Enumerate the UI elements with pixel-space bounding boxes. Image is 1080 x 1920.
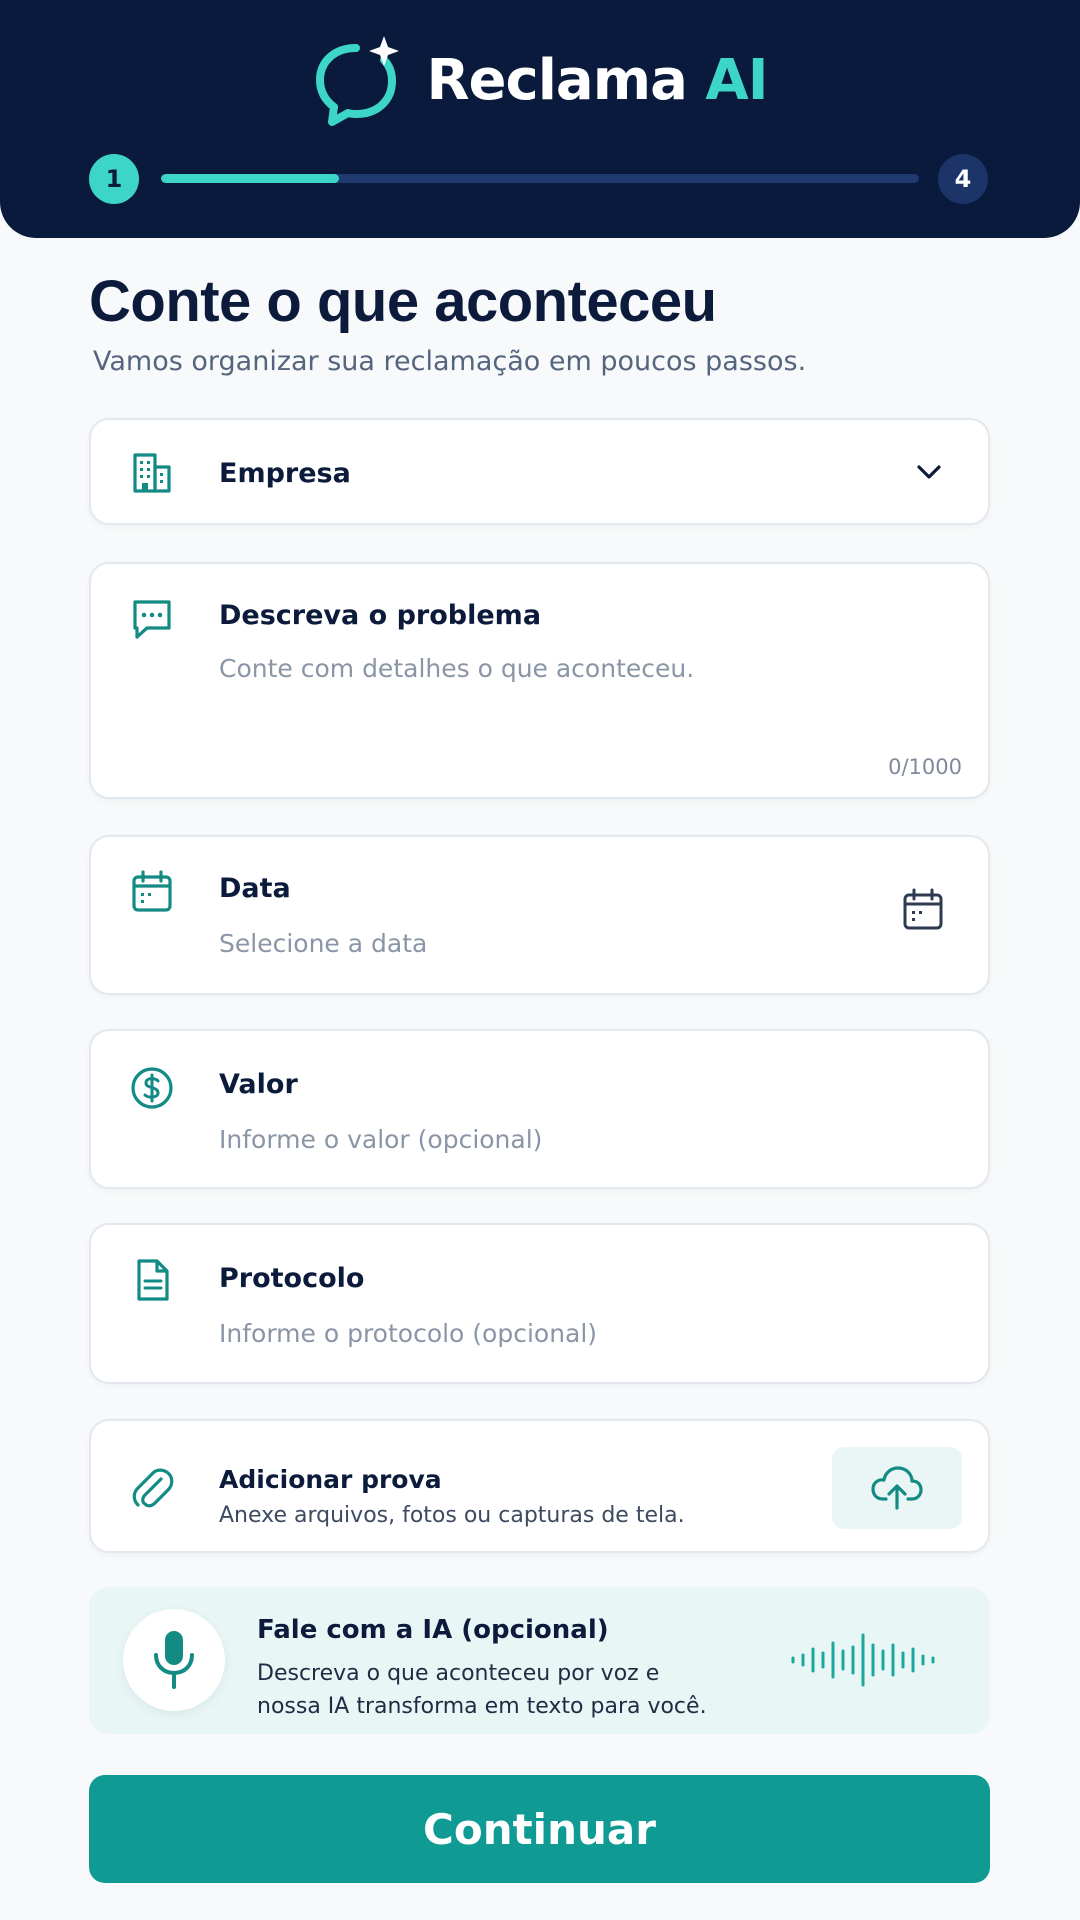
brand-ai: AI	[705, 47, 768, 113]
chat-icon	[133, 600, 171, 639]
brand: Reclama AI	[0, 34, 1080, 126]
voice-assistant-card[interactable]: Fale com a IA (opcional) Descreva o que …	[89, 1587, 990, 1734]
building-icon	[133, 453, 171, 493]
date-field[interactable]: Data Selecione a data	[89, 835, 990, 995]
value-label: Valor	[219, 1069, 298, 1100]
chat-sparkle-logo-icon	[316, 36, 400, 126]
add-proof-description: Anexe arquivos, fotos ou capturas de tel…	[219, 1503, 685, 1528]
continue-button[interactable]: Continuar	[89, 1775, 990, 1883]
step-total-indicator: 4	[938, 154, 988, 204]
page-title: Conte o que aconteceu	[89, 269, 717, 334]
calendar-picker-icon[interactable]	[900, 887, 946, 933]
chevron-down-icon	[917, 465, 941, 479]
add-proof-card[interactable]: Adicionar prova Anexe arquivos, fotos ou…	[89, 1419, 990, 1553]
value-field[interactable]: Valor Informe o valor (opcional)	[89, 1029, 990, 1189]
brand-title: Reclama AI	[426, 47, 768, 113]
step-current-indicator: 1	[89, 154, 139, 204]
progress-bar	[161, 174, 919, 183]
calendar-icon	[132, 870, 172, 912]
problem-textarea[interactable]: Descreva o problema Conte com detalhes o…	[89, 562, 990, 799]
protocol-placeholder: Informe o protocolo (opcional)	[219, 1319, 598, 1348]
date-placeholder: Selecione a data	[219, 929, 428, 958]
upload-button[interactable]	[832, 1447, 962, 1529]
character-counter: 0/1000	[888, 755, 962, 779]
problem-label: Descreva o problema	[219, 600, 542, 631]
sound-wave-icon	[791, 1633, 935, 1687]
microphone-icon	[154, 1631, 194, 1689]
paperclip-icon	[132, 1468, 174, 1508]
dollar-icon	[131, 1067, 173, 1109]
brand-name: Reclama	[426, 47, 687, 113]
date-label: Data	[219, 873, 291, 904]
problem-placeholder: Conte com detalhes o que aconteceu.	[219, 654, 695, 683]
page-subtitle: Vamos organizar sua reclamação em poucos…	[93, 346, 807, 377]
add-proof-label: Adicionar prova	[219, 1465, 442, 1494]
protocol-field[interactable]: Protocolo Informe o protocolo (opcional)	[89, 1223, 990, 1384]
document-icon	[137, 1259, 169, 1301]
protocol-label: Protocolo	[219, 1263, 365, 1294]
microphone-button[interactable]	[123, 1609, 225, 1711]
voice-title: Fale com a IA (opcional)	[257, 1615, 609, 1645]
company-select[interactable]: Empresa	[89, 418, 990, 525]
voice-description: Descreva o que aconteceu por voz e nossa…	[257, 1661, 707, 1719]
progress-bar-fill	[161, 174, 340, 183]
value-placeholder: Informe o valor (opcional)	[219, 1125, 543, 1154]
company-label: Empresa	[219, 458, 351, 489]
app-header: Reclama AI 1 4	[0, 0, 1080, 238]
cloud-upload-icon	[871, 1466, 923, 1510]
